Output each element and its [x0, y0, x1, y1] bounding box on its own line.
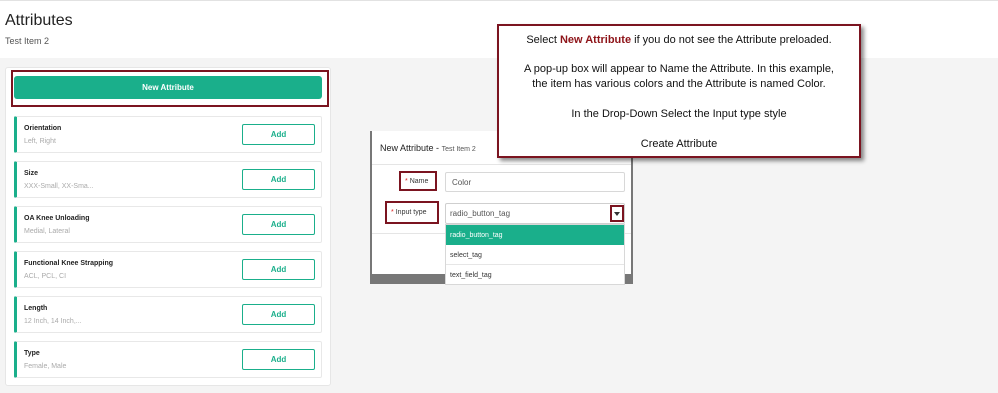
callout-line-3: the item has various colors and the Attr… — [532, 78, 826, 90]
attribute-values: ACL, PCL, CI — [24, 273, 67, 280]
attribute-values: Left, Right — [24, 138, 56, 145]
callout-line-1: Select New Attribute if you do not see t… — [499, 34, 859, 46]
add-functional-knee-strapping-button[interactable]: Add — [242, 259, 315, 280]
header-divider — [0, 0, 998, 1]
dropdown-option-text-field-tag[interactable]: text_field_tag — [446, 265, 624, 285]
modal-divider — [372, 164, 631, 165]
page-title: Attributes — [5, 12, 73, 29]
name-field[interactable]: Color — [445, 172, 625, 192]
callout-line-4: In the Drop-Down Select the Input type s… — [571, 108, 787, 120]
chevron-down-icon[interactable] — [610, 205, 624, 222]
callout-line-1-prefix: Select — [526, 34, 560, 46]
attribute-card-type: Type Female, Male Add — [14, 341, 322, 378]
page-subtitle: Test Item 2 — [5, 36, 50, 46]
attribute-card-length: Length 12 Inch, 14 Inch,... Add — [14, 296, 322, 333]
modal-title-separator: - — [436, 143, 440, 153]
callout-emphasis: New Attribute — [559, 34, 632, 46]
modal-title-text: New Attribute — [380, 143, 434, 153]
attribute-name: Type — [24, 350, 40, 357]
input-type-select[interactable]: radio_button_tag — [445, 203, 625, 224]
add-type-button[interactable]: Add — [242, 349, 315, 370]
attribute-card-oa-knee-unloading: OA Knee Unloading Medial, Lateral Add — [14, 206, 322, 243]
modal-subtitle: Test Item 2 — [441, 146, 476, 153]
name-label: * Name — [399, 171, 437, 191]
attribute-name: Functional Knee Strapping — [24, 260, 114, 267]
attribute-name: Orientation — [24, 125, 62, 132]
attribute-values: Medial, Lateral — [24, 228, 70, 235]
add-oa-knee-unloading-button[interactable]: Add — [242, 214, 315, 235]
attribute-card-orientation: Orientation Left, Right Add — [14, 116, 322, 153]
add-length-button[interactable]: Add — [242, 304, 315, 325]
callout-line-5: Create Attribute — [640, 138, 718, 150]
name-label-text: Name — [409, 177, 429, 185]
attribute-name: OA Knee Unloading — [24, 215, 90, 222]
modal-title: New Attribute - Test Item 2 — [380, 143, 476, 153]
callout-line-2: A pop-up box will appear to Name the Att… — [523, 63, 834, 75]
attribute-card-functional-knee-strapping: Functional Knee Strapping ACL, PCL, CI A… — [14, 251, 322, 288]
input-type-dropdown: radio_button_tag select_tag text_field_t… — [445, 224, 625, 285]
dropdown-option-select-tag[interactable]: select_tag — [446, 245, 624, 265]
dropdown-option-radio-button-tag[interactable]: radio_button_tag — [446, 225, 624, 245]
attribute-values: XXX-Small, XX-Sma... — [24, 183, 94, 190]
input-type-label-text: Input type — [395, 209, 427, 216]
new-attribute-button[interactable]: New Attribute — [14, 76, 322, 99]
attribute-card-size: Size XXX-Small, XX-Sma... Add — [14, 161, 322, 198]
instruction-callout: Select New Attribute if you do not see t… — [497, 24, 861, 158]
attribute-values: Female, Male — [24, 363, 67, 370]
add-orientation-button[interactable]: Add — [242, 124, 315, 145]
attribute-values: 12 Inch, 14 Inch,... — [24, 318, 82, 325]
input-type-label: * Input type — [385, 201, 439, 224]
attribute-name: Length — [24, 305, 48, 312]
required-mark: * — [405, 177, 408, 185]
add-size-button[interactable]: Add — [242, 169, 315, 190]
callout-line-1-suffix: if you do not see the Attribute preloade… — [631, 34, 832, 46]
attribute-name: Size — [24, 170, 39, 177]
required-mark: * — [391, 209, 394, 216]
